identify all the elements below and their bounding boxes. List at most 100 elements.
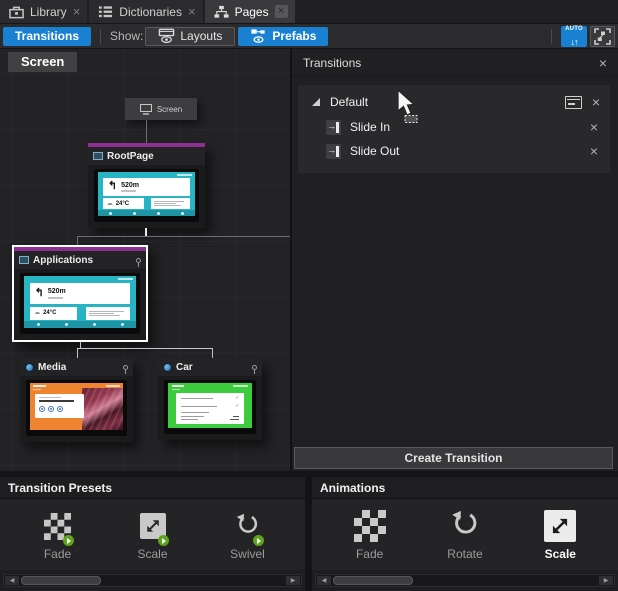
- slide-transition-icon: →: [326, 144, 341, 159]
- node-rootpage[interactable]: RootPage ↰ 520m ☁24°C: [88, 143, 205, 228]
- auto-arrange-button[interactable]: AUTO ↓↑: [561, 26, 587, 47]
- animation-scale[interactable]: Scale: [525, 508, 595, 561]
- node-thumbnail: ✓ ✓: [158, 376, 262, 440]
- transition-label: Slide Out: [350, 144, 399, 158]
- layouts-eye-icon: [158, 28, 175, 44]
- tab-label: Dictionaries: [119, 5, 182, 19]
- panel-title: Animations: [312, 477, 618, 498]
- node-car[interactable]: Car ✓ ✓: [158, 358, 262, 440]
- cloud-icon: ☁: [34, 310, 40, 316]
- distance-value: 520m: [48, 288, 66, 296]
- preset-fade[interactable]: Fade: [23, 508, 93, 561]
- transitions-button[interactable]: Transitions: [3, 27, 91, 46]
- close-icon[interactable]: ×: [73, 5, 81, 18]
- transition-presets-panel: Transition Presets Fade Scale: [0, 477, 305, 591]
- animation-label: Rotate: [447, 547, 482, 561]
- panel-header: Transitions ×: [292, 49, 618, 77]
- scroll-left-icon[interactable]: ◀: [317, 576, 331, 585]
- temperature-value: 24°C: [116, 201, 129, 207]
- screen-view-tab[interactable]: Screen: [8, 52, 77, 72]
- tree-icon: [214, 5, 229, 19]
- animation-fade[interactable]: Fade: [335, 508, 405, 561]
- scrollbar-thumb[interactable]: [333, 576, 413, 585]
- monitor-icon: [140, 104, 152, 115]
- scrollbar-thumb[interactable]: [21, 576, 101, 585]
- auto-label: AUTO: [565, 26, 583, 33]
- page-graph-canvas[interactable]: Screen Screen RootPage ↰520m ☁24°C: [0, 49, 290, 471]
- node-title: RootPage: [107, 151, 154, 162]
- node-applications[interactable]: Applications ↰ 520m ☁24°C: [12, 245, 148, 342]
- node-media[interactable]: Media: [20, 358, 133, 442]
- scroll-right-icon[interactable]: ▶: [286, 576, 300, 585]
- node-thumbnail: ↰ 520m ☁24°C: [14, 269, 146, 340]
- preset-label: Scale: [137, 547, 167, 561]
- collapse-icon[interactable]: [312, 98, 320, 106]
- node-title: Screen: [157, 105, 182, 114]
- tab-pages[interactable]: Pages ×: [205, 0, 295, 23]
- prefabs-label: Prefabs: [272, 29, 316, 43]
- node-title: Car: [176, 362, 193, 373]
- close-icon[interactable]: ×: [590, 144, 598, 158]
- toolbar: Transitions Show: Layouts Prefabs AUTO ↓…: [0, 24, 618, 49]
- preset-label: Fade: [44, 547, 71, 561]
- rotate-icon: [449, 510, 481, 542]
- group-title: Default: [330, 95, 368, 109]
- pin-icon[interactable]: [136, 258, 141, 263]
- tab-dictionaries[interactable]: Dictionaries ×: [89, 0, 202, 23]
- edit-transition-icon[interactable]: [565, 96, 582, 109]
- node-header: Car: [158, 358, 262, 376]
- tab-library[interactable]: Library ×: [0, 0, 87, 23]
- layouts-label: Layouts: [180, 29, 222, 43]
- animation-label: Fade: [356, 547, 383, 561]
- animation-rotate[interactable]: Rotate: [430, 508, 500, 561]
- transitions-panel: Transitions × Default × → Slide In × → S…: [290, 49, 618, 471]
- page-icon: [93, 152, 103, 160]
- preset-swivel[interactable]: Swivel: [213, 508, 283, 561]
- fit-view-button[interactable]: [590, 26, 615, 47]
- close-icon[interactable]: ×: [590, 120, 598, 134]
- cloud-icon: ☁: [107, 201, 113, 207]
- close-icon[interactable]: ×: [275, 5, 288, 18]
- auto-arrows-icon: ↓↑: [571, 38, 578, 47]
- prefabs-toggle-button[interactable]: Prefabs: [238, 27, 328, 46]
- album-photo: [82, 388, 123, 430]
- connector-line: [212, 349, 213, 358]
- play-badge-icon: [63, 535, 74, 546]
- close-icon[interactable]: ×: [592, 95, 600, 109]
- pin-icon[interactable]: [252, 365, 257, 370]
- node-header: Media: [20, 358, 133, 376]
- connector-line: [145, 228, 147, 236]
- transition-group-header[interactable]: Default ×: [298, 89, 610, 115]
- close-icon[interactable]: ×: [188, 5, 196, 18]
- preset-scale[interactable]: Scale: [118, 508, 188, 561]
- toolbar-separator: [551, 29, 552, 44]
- animation-label: Scale: [545, 547, 576, 561]
- temperature-value: 24°C: [43, 310, 56, 316]
- connector-line: [77, 348, 213, 349]
- create-transition-button[interactable]: Create Transition: [294, 447, 613, 469]
- horizontal-scrollbar[interactable]: ◀ ▶: [3, 574, 302, 587]
- node-screen[interactable]: Screen: [125, 98, 197, 120]
- media-preview: [30, 383, 123, 430]
- car-status-preview: ✓ ✓: [168, 383, 252, 428]
- scroll-left-icon[interactable]: ◀: [5, 576, 19, 585]
- node-title: Applications: [33, 255, 93, 266]
- dashboard-preview: ↰ 520m ☁24°C: [98, 172, 195, 216]
- layouts-toggle-button[interactable]: Layouts: [145, 27, 235, 46]
- horizontal-scrollbar[interactable]: ◀ ▶: [315, 574, 615, 587]
- check-icon: ✓: [235, 404, 239, 409]
- connector-line: [77, 237, 78, 245]
- page-icon: [19, 256, 29, 264]
- dashboard-preview: ↰ 520m ☁24°C: [24, 276, 136, 328]
- page-icon: [163, 363, 172, 372]
- transition-item-slide-in[interactable]: → Slide In ×: [298, 115, 610, 139]
- transition-item-slide-out[interactable]: → Slide Out ×: [298, 139, 610, 163]
- distance-value: 520m: [121, 182, 139, 190]
- scroll-right-icon[interactable]: ▶: [599, 576, 613, 585]
- tab-label: Pages: [235, 5, 269, 19]
- dashboard-dock: [24, 321, 136, 328]
- turn-arrow-icon: ↰: [108, 181, 117, 192]
- close-icon[interactable]: ×: [599, 56, 607, 70]
- pin-icon[interactable]: [123, 365, 128, 370]
- turn-arrow-icon: ↰: [35, 288, 44, 299]
